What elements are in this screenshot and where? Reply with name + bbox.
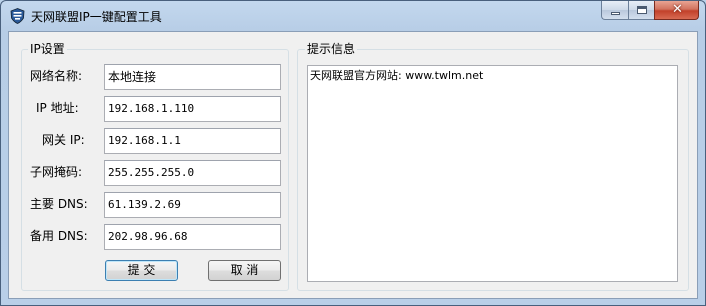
submit-button[interactable]: 提 交 bbox=[105, 260, 178, 281]
gateway-ip-input[interactable]: 192.168.1.1 bbox=[104, 128, 281, 154]
info-legend: 提示信息 bbox=[305, 42, 358, 57]
app-window: 天网联盟IP一键配置工具 ✕ IP设置 网络名称: 本地连接 IP 地址: 19… bbox=[0, 0, 706, 306]
minimize-icon bbox=[611, 12, 620, 15]
network-name-label: 网络名称: bbox=[30, 69, 83, 83]
app-shield-icon bbox=[10, 8, 25, 24]
network-name-input[interactable]: 本地连接 bbox=[104, 64, 281, 90]
maximize-button[interactable] bbox=[628, 1, 654, 20]
ip-settings-legend: IP设置 bbox=[28, 42, 67, 57]
title-bar[interactable]: 天网联盟IP一键配置工具 ✕ bbox=[1, 1, 705, 31]
close-button[interactable]: ✕ bbox=[654, 1, 699, 20]
close-icon: ✕ bbox=[672, 2, 683, 17]
secondary-dns-input[interactable]: 202.98.96.68 bbox=[104, 224, 281, 250]
primary-dns-label: 主要 DNS: bbox=[30, 197, 88, 211]
secondary-dns-label: 备用 DNS: bbox=[30, 229, 88, 243]
cancel-button[interactable]: 取 消 bbox=[208, 260, 281, 281]
minimize-button[interactable] bbox=[601, 1, 628, 20]
maximize-icon bbox=[637, 6, 647, 14]
caption-buttons: ✕ bbox=[601, 1, 699, 21]
ip-settings-group: IP设置 网络名称: 本地连接 IP 地址: 192.168.1.110 网关 … bbox=[21, 42, 289, 291]
primary-dns-input[interactable]: 61.139.2.69 bbox=[104, 192, 281, 218]
info-group: 提示信息 天网联盟官方网站: www.twlm.net bbox=[297, 42, 689, 291]
subnet-mask-label: 子网掩码: bbox=[30, 165, 83, 179]
window-title: 天网联盟IP一键配置工具 bbox=[31, 10, 162, 24]
subnet-mask-input[interactable]: 255.255.255.0 bbox=[104, 160, 281, 186]
ip-address-input[interactable]: 192.168.1.110 bbox=[104, 96, 281, 122]
ip-address-label: IP 地址: bbox=[36, 101, 79, 115]
info-textarea[interactable]: 天网联盟官方网站: www.twlm.net bbox=[307, 65, 678, 282]
client-area: IP设置 网络名称: 本地连接 IP 地址: 192.168.1.110 网关 … bbox=[8, 31, 698, 299]
gateway-ip-label: 网关 IP: bbox=[42, 133, 85, 147]
